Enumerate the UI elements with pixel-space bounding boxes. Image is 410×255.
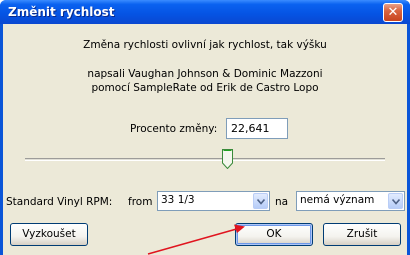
annotation-arrow-icon xyxy=(147,224,245,255)
